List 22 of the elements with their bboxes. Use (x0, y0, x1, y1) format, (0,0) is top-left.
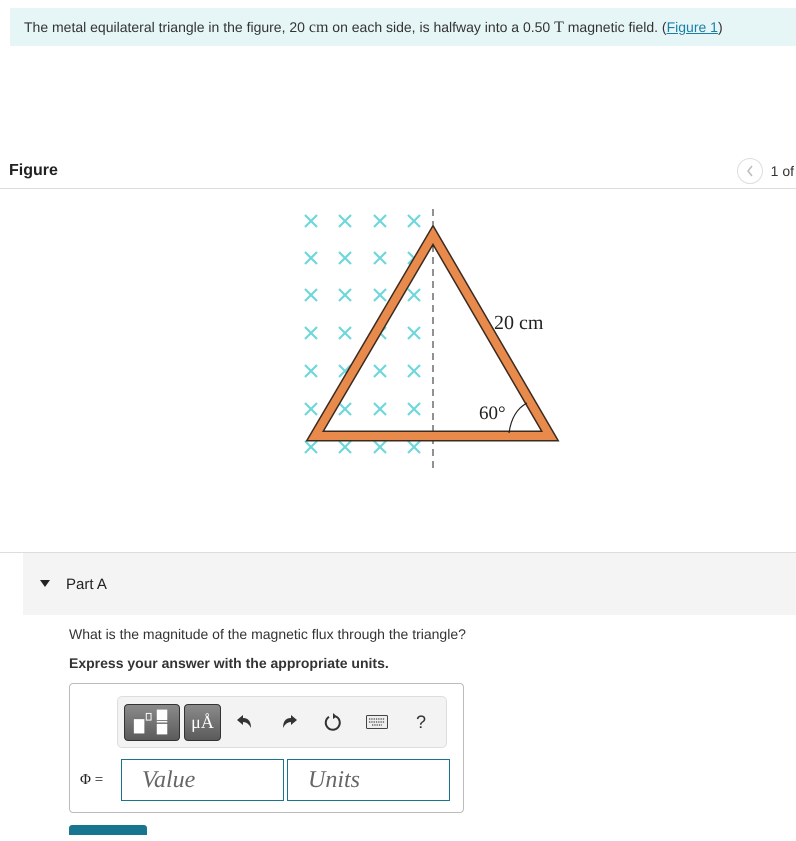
side-length-label: 20 cm (494, 312, 544, 334)
symbols-button[interactable]: μÅ (184, 704, 221, 740)
figure-heading: Figure (9, 162, 58, 180)
figure-link[interactable]: Figure 1 (666, 19, 718, 35)
part-title: Part A (66, 576, 107, 592)
variable-label: Φ = (80, 772, 104, 788)
redo-icon (280, 714, 298, 730)
angle-arc (508, 402, 528, 434)
instruction-text: Express your answer with the appropriate units. (69, 654, 390, 672)
angle-label: 60° (479, 403, 506, 424)
question-text: What is the magnitude of the magnetic flux through the triangle? (69, 625, 467, 643)
templates-button[interactable] (124, 704, 180, 740)
reset-icon (324, 713, 342, 731)
problem-statement: The metal equilateral triangle in the figure, 20 cm on each side, is halfway into a 0.50 T magnetic field. (Figure 1) (24, 18, 724, 37)
units-field[interactable]: Units (287, 759, 450, 801)
keyboard-icon (366, 715, 388, 729)
help-button[interactable]: ? (401, 704, 441, 740)
value-field[interactable]: Value (121, 759, 284, 801)
chevron-left-icon (746, 165, 754, 177)
part-header[interactable]: Part A (23, 553, 796, 615)
undo-icon (236, 714, 254, 730)
page-counter: 1 of (770, 163, 794, 179)
